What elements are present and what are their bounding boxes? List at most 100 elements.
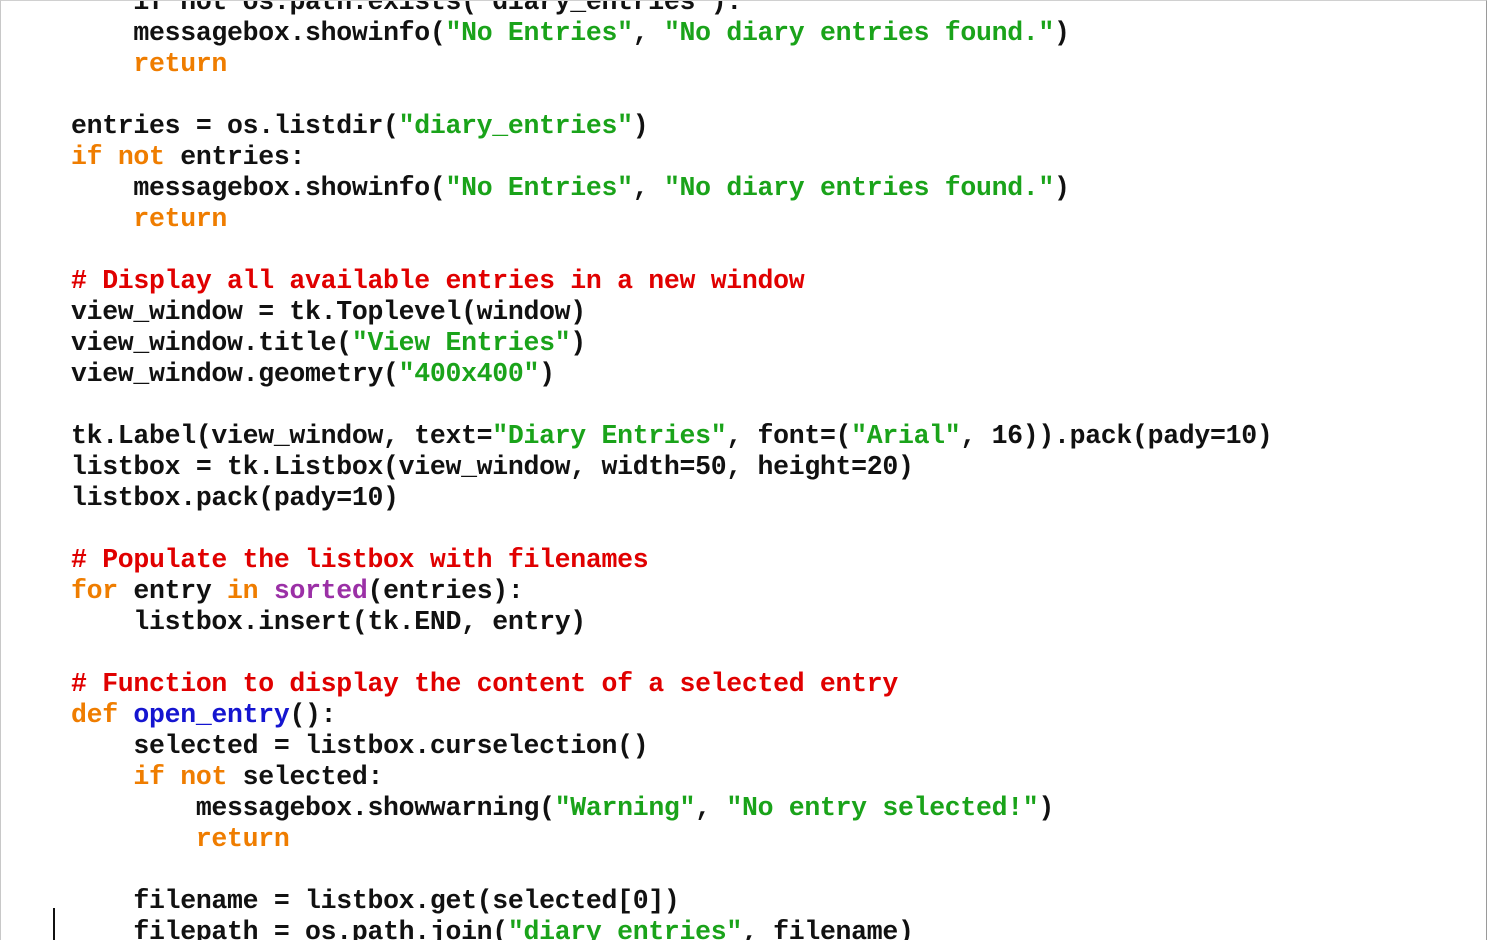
code-text-token: messagebox.showwarning( — [195, 793, 555, 823]
code-line[interactable]: def open_entry(): — [71, 700, 1272, 731]
string-token: "View Entries" — [351, 328, 571, 358]
code-line[interactable]: if not entries: — [71, 142, 1272, 173]
string-token: "No entry selected!" — [726, 793, 1039, 823]
code-line[interactable]: # Populate the listbox with filenames — [71, 545, 1272, 576]
code-text-token: ) — [539, 359, 555, 389]
code-text-token: filename = listbox.get(selected[0]) — [133, 886, 680, 916]
code-text-token: ) — [570, 328, 586, 358]
code-line[interactable]: listbox = tk.Listbox(view_window, width=… — [71, 452, 1272, 483]
string-token: "No Entries" — [445, 173, 633, 203]
code-line[interactable] — [71, 855, 1272, 886]
string-token: "diary_entries" — [507, 917, 742, 940]
code-text-token: , font=( — [726, 421, 852, 451]
code-line[interactable] — [71, 80, 1272, 111]
string-token: "No diary entries found." — [663, 18, 1055, 48]
code-line[interactable]: messagebox.showinfo("No Entries", "No di… — [71, 173, 1272, 204]
keyword-token: for — [71, 576, 118, 606]
string-token: "diary_entries" — [398, 111, 633, 141]
code-line[interactable]: filename = listbox.get(selected[0]) — [71, 886, 1272, 917]
code-line[interactable]: view_window.geometry("400x400") — [71, 359, 1272, 390]
code-text-token: , 16)).pack(pady=10) — [960, 421, 1273, 451]
keyword-token: return — [133, 204, 228, 234]
code-line[interactable]: entries = os.listdir("diary_entries") — [71, 111, 1272, 142]
code-text-token: tk.Label(view_window, text= — [71, 421, 493, 451]
string-token: "Diary Entries" — [492, 421, 727, 451]
code-text-token: , — [632, 18, 664, 48]
code-text-token: (): — [289, 700, 337, 730]
code-text-token: view_window.geometry( — [71, 359, 399, 389]
code-line[interactable]: if not os.path.exists("diary_entries"): — [71, 0, 1272, 18]
code-text-token: ) — [1038, 793, 1055, 823]
keyword-token: if — [133, 762, 165, 792]
code-line[interactable]: # Display all available entries in a new… — [71, 266, 1272, 297]
code-text-token: ) — [1054, 173, 1070, 203]
code-area[interactable]: if not os.path.exists("diary_entries"): … — [71, 0, 1273, 940]
code-line[interactable]: listbox.insert(tk.END, entry) — [71, 607, 1272, 638]
code-line[interactable]: return — [71, 204, 1272, 235]
code-line[interactable]: # Function to display the content of a s… — [71, 669, 1272, 700]
code-line[interactable] — [71, 638, 1272, 669]
keyword-token: def — [71, 700, 118, 730]
code-text-token: (entries): — [367, 576, 524, 606]
code-text-token: entry — [117, 576, 228, 606]
code-line[interactable]: messagebox.showinfo("No Entries", "No di… — [71, 18, 1272, 49]
code-line[interactable] — [71, 235, 1272, 266]
string-token: "Warning" — [554, 793, 696, 823]
code-text-token: , filename) — [741, 917, 914, 940]
keyword-token: return — [195, 824, 290, 854]
code-text-token: if not os.path.exists("diary_entries"): — [133, 0, 742, 17]
code-line[interactable]: for entry in sorted(entries): — [71, 576, 1272, 607]
code-text-token: , — [632, 173, 664, 203]
code-line[interactable]: return — [71, 49, 1272, 80]
code-text-token: ) — [632, 111, 649, 141]
string-token: "Arial" — [851, 421, 961, 451]
code-text-token: selected = listbox.curselection() — [133, 731, 649, 761]
string-token: "No Entries" — [445, 18, 633, 48]
code-text-token: entries = os.listdir( — [71, 111, 399, 141]
code-text-token: view_window.title( — [71, 328, 352, 358]
text-cursor — [53, 908, 55, 940]
code-text-token: ) — [1054, 18, 1070, 48]
code-text-token: messagebox.showinfo( — [133, 18, 446, 48]
code-line[interactable]: listbox.pack(pady=10) — [71, 483, 1272, 514]
code-text-token: listbox.insert(tk.END, entry) — [133, 607, 586, 637]
code-line[interactable]: return — [71, 824, 1272, 855]
code-text-token: listbox.pack(pady=10) — [71, 483, 399, 513]
code-line[interactable]: selected = listbox.curselection() — [71, 731, 1272, 762]
code-line[interactable]: tk.Label(view_window, text="Diary Entrie… — [71, 421, 1273, 452]
code-text-token: messagebox.showinfo( — [133, 173, 446, 203]
code-line[interactable]: view_window = tk.Toplevel(window) — [71, 297, 1272, 328]
code-line[interactable]: messagebox.showwarning("Warning", "No en… — [71, 793, 1272, 824]
code-text-token: view_window = tk.Toplevel(window) — [71, 297, 586, 327]
code-text-token: filepath = os.path.join( — [133, 917, 508, 940]
keyword-token: in — [227, 576, 259, 606]
code-text-token: listbox = tk.Listbox(view_window, width=… — [71, 452, 914, 482]
keyword-token: not — [117, 142, 165, 172]
keyword-token: not — [180, 762, 228, 792]
code-editor[interactable]: if not os.path.exists("diary_entries"): … — [0, 0, 1487, 940]
comment-token: # Populate the listbox with filenames — [71, 545, 649, 575]
code-line[interactable] — [71, 390, 1272, 421]
string-token: "No diary entries found." — [663, 173, 1055, 203]
string-token: "400x400" — [398, 359, 540, 389]
code-text-token: selected: — [227, 762, 384, 792]
code-line[interactable]: view_window.title("View Entries") — [71, 328, 1272, 359]
comment-token: # Display all available entries in a new… — [71, 266, 805, 296]
code-line[interactable] — [71, 514, 1272, 545]
code-line[interactable]: filepath = os.path.join("diary_entries",… — [71, 917, 1272, 940]
code-line[interactable]: if not selected: — [71, 762, 1272, 793]
